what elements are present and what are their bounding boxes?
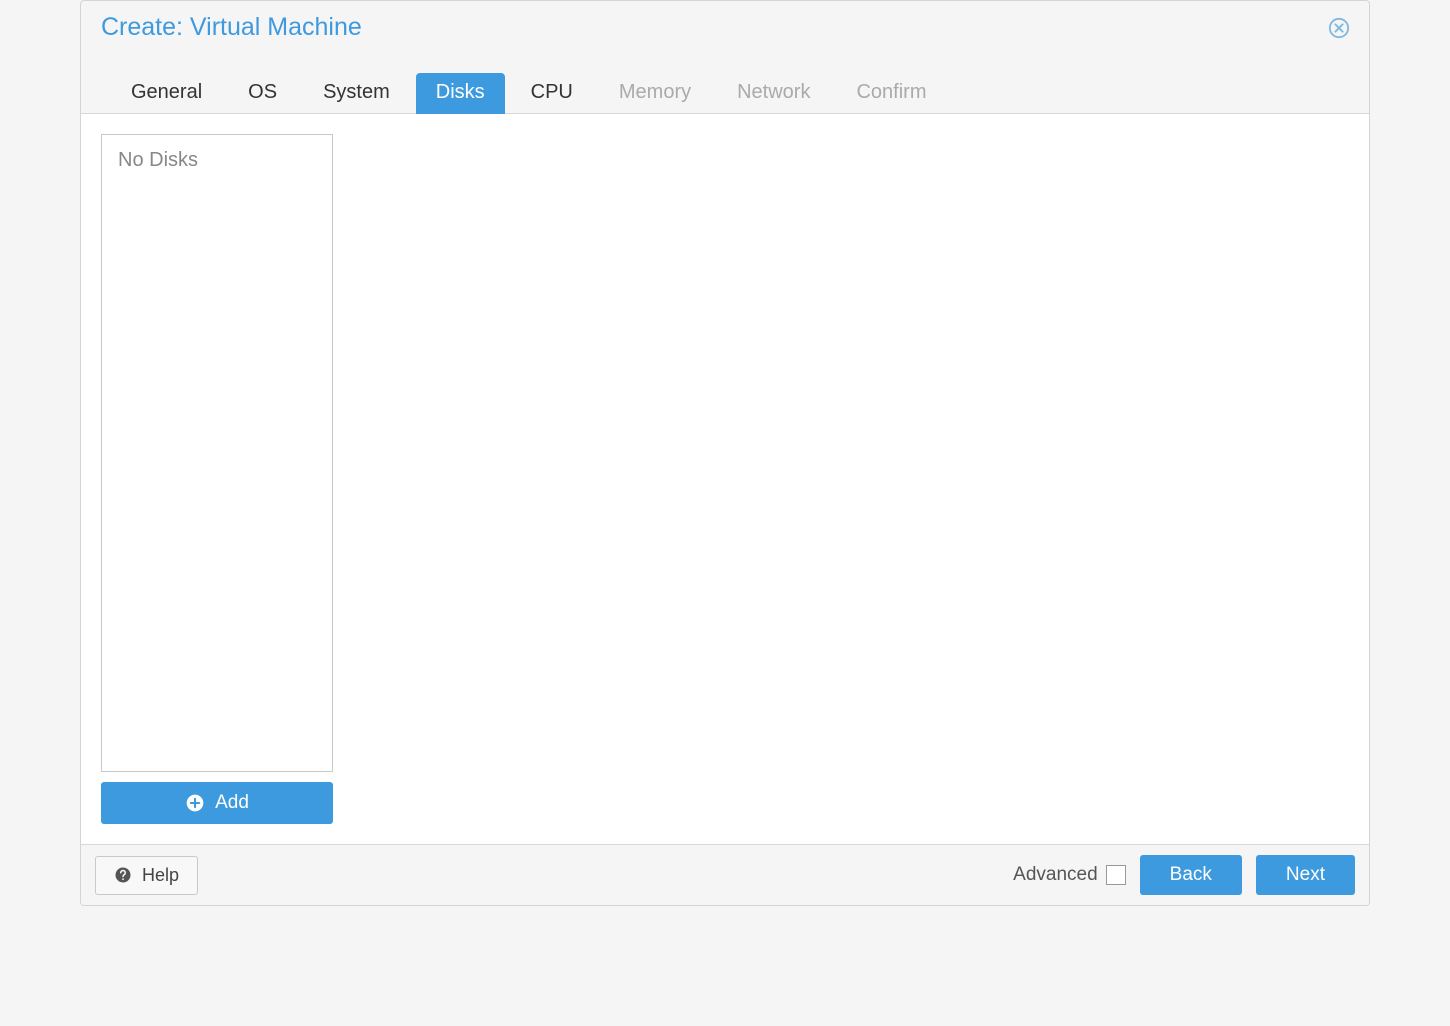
footer-left: Help	[95, 856, 198, 895]
help-button[interactable]: Help	[95, 856, 198, 895]
close-icon	[1328, 17, 1350, 39]
disk-list[interactable]: No Disks	[101, 134, 333, 772]
dialog-title: Create: Virtual Machine	[101, 13, 362, 42]
tab-confirm: Confirm	[836, 73, 946, 114]
back-button[interactable]: Back	[1140, 855, 1242, 895]
advanced-checkbox[interactable]	[1106, 865, 1126, 885]
wizard-tabs: General OS System Disks CPU Memory Netwo…	[81, 42, 1369, 114]
advanced-toggle[interactable]: Advanced	[1013, 864, 1126, 886]
tab-os[interactable]: OS	[228, 73, 297, 114]
dialog-header: Create: Virtual Machine	[81, 1, 1369, 42]
disk-empty-text: No Disks	[118, 149, 316, 172]
tab-memory: Memory	[599, 73, 711, 114]
add-button-label: Add	[215, 792, 249, 814]
add-disk-button[interactable]: Add	[101, 782, 333, 824]
help-button-label: Help	[142, 865, 179, 886]
help-icon	[114, 866, 132, 884]
dialog-footer: Help Advanced Back Next	[81, 844, 1369, 905]
tab-cpu[interactable]: CPU	[511, 73, 593, 114]
disk-panel: No Disks Add	[101, 134, 333, 824]
next-button[interactable]: Next	[1256, 855, 1355, 895]
tab-system[interactable]: System	[303, 73, 410, 114]
plus-circle-icon	[185, 793, 205, 813]
tab-disks[interactable]: Disks	[416, 73, 505, 114]
advanced-label-text: Advanced	[1013, 864, 1098, 886]
tab-content: No Disks Add	[81, 114, 1369, 844]
tab-network: Network	[717, 73, 830, 114]
close-button[interactable]	[1327, 16, 1351, 40]
create-vm-dialog: Create: Virtual Machine General OS Syste…	[80, 0, 1370, 906]
footer-right: Advanced Back Next	[1013, 855, 1355, 895]
tab-general[interactable]: General	[111, 73, 222, 114]
